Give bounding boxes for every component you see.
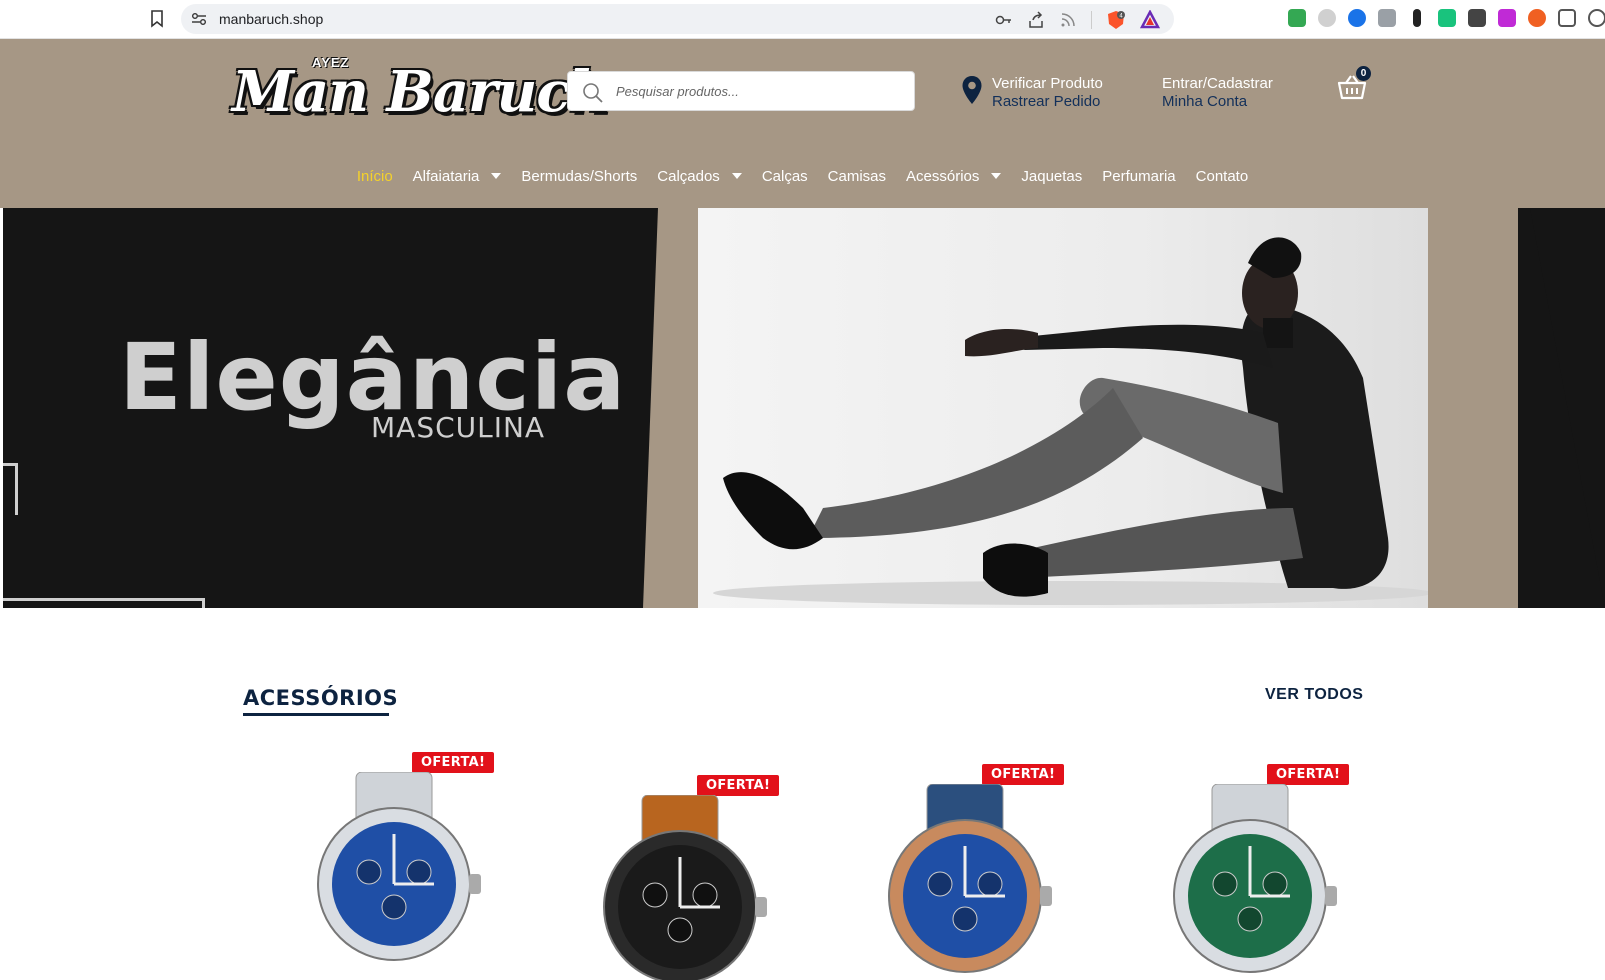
banner-subline: MASCULINA bbox=[371, 411, 546, 444]
browser-toolbar: manbaruch.shop 4 bbox=[0, 0, 1605, 39]
watch-product-image[interactable] bbox=[1150, 784, 1350, 980]
section-title: ACESSÓRIOS bbox=[243, 686, 399, 710]
plant-extension-icon[interactable] bbox=[1438, 9, 1456, 27]
address-bar[interactable]: manbaruch.shop 4 bbox=[181, 4, 1174, 34]
section-title-underline bbox=[243, 713, 389, 716]
nav-item-4[interactable]: Calças bbox=[762, 168, 808, 185]
offer-badge: OFERTA! bbox=[412, 752, 495, 773]
logo-text: Man Baruch bbox=[232, 59, 610, 125]
banner-accent-right bbox=[1428, 208, 1518, 608]
order-links: Verificar Produto Rastrear Pedido bbox=[992, 75, 1103, 111]
nav-item-label: Perfumaria bbox=[1102, 167, 1176, 185]
brave-rewards-icon[interactable] bbox=[1140, 10, 1160, 30]
nav-item-label: Bermudas/Shorts bbox=[521, 167, 638, 185]
circle-extension-icon[interactable] bbox=[1528, 9, 1546, 27]
logo-tag: AYEZ bbox=[312, 55, 350, 70]
nav-item-label: Contato bbox=[1195, 167, 1249, 185]
site-header: Man Baruch AYEZ Verificar Produto Rastre… bbox=[0, 39, 1605, 208]
product-search bbox=[567, 71, 915, 111]
eyedropper-extension-icon[interactable] bbox=[1413, 9, 1421, 27]
extensions-bar bbox=[1288, 9, 1605, 27]
account-links: Entrar/Cadastrar Minha Conta bbox=[1162, 75, 1273, 111]
url-text[interactable]: manbaruch.shop bbox=[219, 11, 323, 27]
puzzle-extensions-icon[interactable] bbox=[1558, 9, 1576, 27]
address-bar-actions: 4 bbox=[995, 10, 1160, 30]
music-icon[interactable] bbox=[1588, 9, 1605, 27]
watch-product-image[interactable] bbox=[580, 795, 780, 980]
nav-item-9[interactable]: Contato bbox=[1196, 168, 1249, 185]
password-key-icon[interactable] bbox=[995, 11, 1013, 29]
nav-item-7[interactable]: Jaquetas bbox=[1021, 168, 1082, 185]
search-input[interactable] bbox=[608, 72, 904, 110]
nav-item-6[interactable]: Acessórios bbox=[906, 167, 1002, 185]
banner-edge-right bbox=[1515, 208, 1605, 608]
code-extension-icon[interactable] bbox=[1378, 9, 1396, 27]
caret-down-icon[interactable] bbox=[991, 173, 1002, 179]
nav-item-0[interactable]: Início bbox=[357, 168, 393, 185]
offer-badge: OFERTA! bbox=[1267, 764, 1350, 785]
watch-product-image[interactable] bbox=[294, 772, 494, 980]
nav-item-label: Início bbox=[356, 167, 393, 185]
download-extension-icon[interactable] bbox=[1498, 9, 1516, 27]
offer-badge: OFERTA! bbox=[982, 764, 1065, 785]
see-all-link[interactable]: VER TODOS bbox=[1265, 686, 1363, 704]
my-account-link[interactable]: Minha Conta bbox=[1162, 93, 1273, 111]
brave-shield-icon[interactable]: 4 bbox=[1106, 10, 1126, 30]
offer-badge: OFERTA! bbox=[697, 775, 780, 796]
nav-item-label: Calças bbox=[761, 167, 808, 185]
nav-item-1[interactable]: Alfaiataria bbox=[413, 168, 502, 185]
banner-frame-line bbox=[3, 598, 205, 608]
login-register-link[interactable]: Entrar/Cadastrar bbox=[1162, 75, 1273, 93]
cart-count-badge: 0 bbox=[1356, 66, 1371, 81]
site-settings-icon[interactable] bbox=[191, 12, 207, 26]
location-pin-icon bbox=[962, 76, 982, 104]
watch-product-image[interactable] bbox=[865, 784, 1065, 980]
caret-down-icon[interactable] bbox=[491, 173, 502, 179]
site-logo[interactable]: Man Baruch AYEZ bbox=[232, 51, 610, 141]
nav-item-label: Acessórios bbox=[906, 167, 980, 185]
nav-item-label: Jaquetas bbox=[1021, 167, 1083, 185]
hero-banner[interactable]: Elegância MASCULINA bbox=[3, 208, 1605, 608]
nav-item-label: Camisas bbox=[827, 167, 887, 185]
verify-product-link[interactable]: Verificar Produto bbox=[992, 75, 1103, 93]
rss-icon[interactable] bbox=[1059, 11, 1077, 29]
nav-item-5[interactable]: Camisas bbox=[828, 168, 886, 185]
nav-item-8[interactable]: Perfumaria bbox=[1102, 168, 1175, 185]
bookmark-icon[interactable] bbox=[150, 10, 164, 28]
caret-down-icon[interactable] bbox=[731, 173, 742, 179]
banner-accent-left bbox=[643, 208, 703, 608]
nav-item-label: Calçados bbox=[657, 167, 720, 185]
banner-model-image bbox=[713, 237, 1428, 605]
nav-item-3[interactable]: Calçados bbox=[657, 168, 742, 185]
banner-frame-line bbox=[3, 463, 18, 515]
search-icon[interactable] bbox=[582, 82, 604, 104]
openai-extension-icon[interactable] bbox=[1318, 9, 1336, 27]
iq-extension-icon[interactable] bbox=[1348, 9, 1366, 27]
track-order-link[interactable]: Rastrear Pedido bbox=[992, 93, 1103, 111]
robot-extension-icon[interactable] bbox=[1468, 9, 1486, 27]
main-nav: Início Alfaiataria Bermudas/Shorts Calçados… bbox=[0, 161, 1605, 191]
share-icon[interactable] bbox=[1027, 11, 1045, 29]
nav-item-2[interactable]: Bermudas/Shorts bbox=[521, 168, 637, 185]
nav-item-label: Alfaiataria bbox=[412, 167, 480, 185]
translate-extension-icon[interactable] bbox=[1288, 9, 1306, 27]
